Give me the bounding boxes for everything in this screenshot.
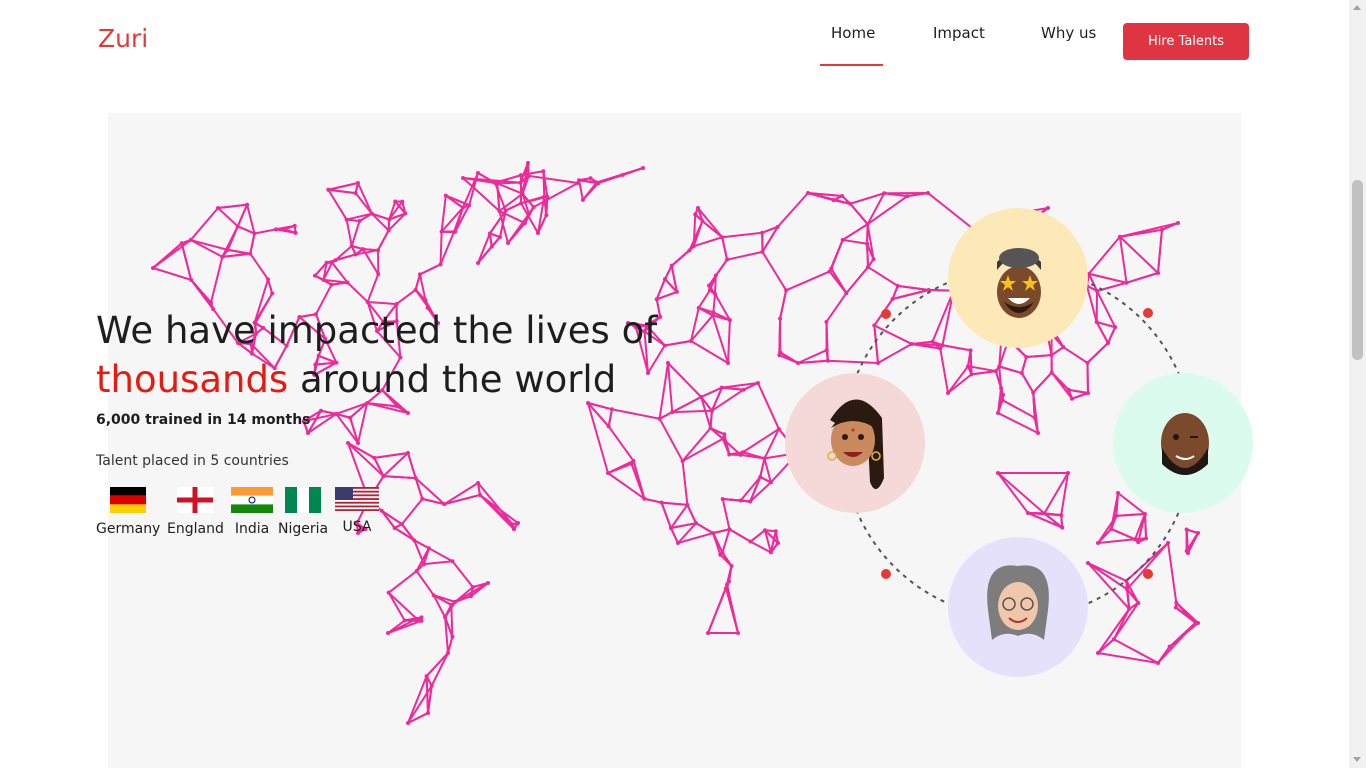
india-flag-icon xyxy=(231,487,273,513)
country-usa: USA xyxy=(335,487,379,535)
germany-flag-icon xyxy=(110,487,147,513)
country-label: Nigeria xyxy=(278,521,329,537)
scroll-up-arrow-icon[interactable] xyxy=(1353,5,1361,10)
scroll-down-arrow-icon[interactable] xyxy=(1353,757,1361,762)
nigeria-flag-icon xyxy=(285,487,322,513)
placement-text: Talent placed in 5 countries xyxy=(96,453,289,469)
headline-part2: around the world xyxy=(299,358,617,401)
page-scrollbar[interactable] xyxy=(1349,0,1366,768)
hero-headline: We have impacted the lives of thousands … xyxy=(96,306,736,404)
memoji-woman-braid-avatar xyxy=(785,373,925,513)
country-england: England xyxy=(167,487,224,537)
headline-highlight: thousands xyxy=(96,358,289,401)
country-label: India xyxy=(234,521,270,537)
country-label: England xyxy=(167,521,224,537)
memoji-winking-man-avatar xyxy=(1113,373,1253,513)
country-label: USA xyxy=(342,519,372,535)
headline-part1: We have impacted the lives of xyxy=(96,309,658,352)
memoji-grey-hair-woman-avatar xyxy=(948,537,1088,677)
scrollbar-thumb[interactable] xyxy=(1352,180,1363,360)
usa-flag-icon xyxy=(335,487,379,511)
england-flag-icon xyxy=(177,487,214,513)
country-nigeria: Nigeria xyxy=(278,487,328,537)
country-label: Germany xyxy=(96,521,161,537)
country-germany: Germany xyxy=(96,487,160,537)
trained-stat: 6,000 trained in 14 months xyxy=(96,412,311,428)
country-india: India xyxy=(231,487,273,537)
memoji-star-eyes-avatar xyxy=(948,208,1088,348)
